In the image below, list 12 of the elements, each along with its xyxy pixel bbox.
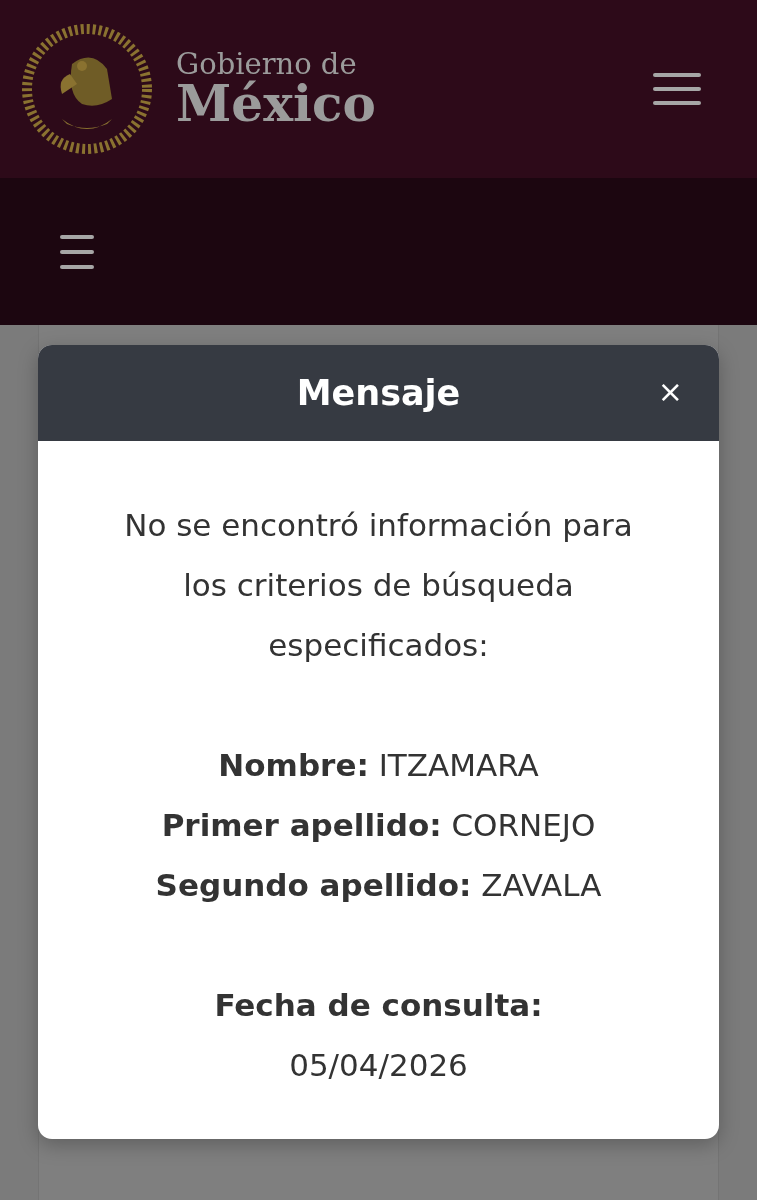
menu-icon[interactable] (60, 234, 94, 269)
date-label: Fecha de consulta: (213, 986, 544, 1025)
menu-icon[interactable] (653, 73, 701, 105)
criteria-line: Primer apellido: CORNEJO (161, 806, 596, 845)
logo-text[interactable]: Gobierno de México (176, 49, 376, 129)
close-button[interactable]: × (655, 375, 685, 409)
dialog-title: Mensaje (296, 373, 461, 413)
criteria-line: Segundo apellido: ZAVALA (155, 866, 602, 905)
message-text: No se encontró información para los criterios de búsqueda especificados: (123, 506, 634, 665)
emblem-icon (22, 24, 152, 154)
criteria-line: Nombre: ITZAMARA (218, 746, 539, 785)
date-text: 05/04/2026 (288, 1046, 469, 1085)
